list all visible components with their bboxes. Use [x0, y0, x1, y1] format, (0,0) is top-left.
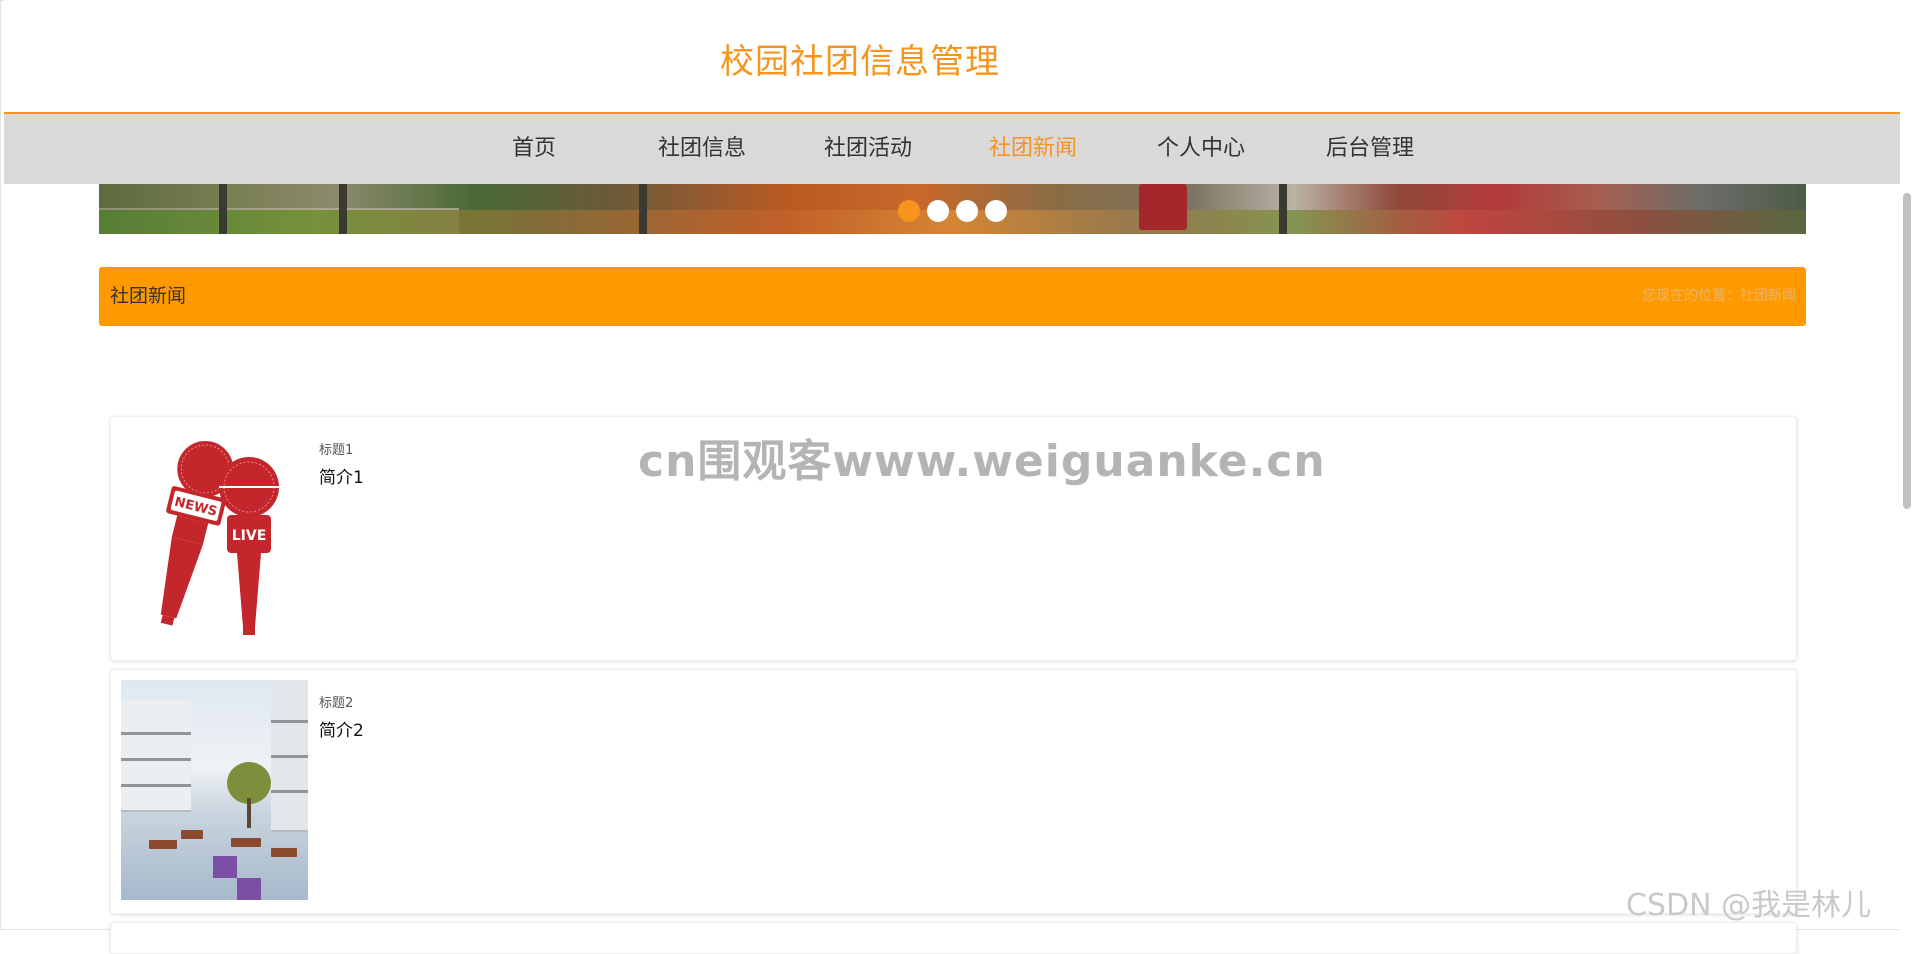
- campus-building-photo: [121, 680, 308, 900]
- banner-trash-bin: [1139, 184, 1187, 230]
- nav-item-home[interactable]: 首页: [512, 114, 556, 184]
- site-watermark: cn围观客www.weiguanke.cn: [638, 436, 1326, 487]
- news-card-partial[interactable]: [110, 922, 1797, 954]
- breadcrumb: 您现在的位置：社团新闻: [1642, 288, 1796, 304]
- carousel-indicators: [898, 200, 1007, 222]
- csdn-watermark: CSDN @我是林儿: [1626, 888, 1872, 923]
- nav-item-club-activities[interactable]: 社团活动: [824, 114, 912, 184]
- site-title: 校园社团信息管理: [720, 42, 1000, 82]
- svg-text:LIVE: LIVE: [232, 528, 267, 544]
- news-intro: 简介1: [319, 468, 364, 488]
- carousel-dot-4[interactable]: [985, 200, 1007, 222]
- section-title: 社团新闻: [110, 285, 187, 307]
- banner-tree-trunk: [339, 184, 347, 234]
- news-card[interactable]: 标题2 简介2: [110, 669, 1797, 914]
- news-title[interactable]: 标题1: [319, 439, 353, 458]
- banner-tree-trunk: [219, 184, 227, 234]
- nav-item-personal-center[interactable]: 个人中心: [1157, 114, 1245, 184]
- carousel-dot-3[interactable]: [956, 200, 978, 222]
- main-nav: 首页 社团信息 社团活动 社团新闻 个人中心 后台管理: [4, 114, 1900, 184]
- carousel-dot-2[interactable]: [927, 200, 949, 222]
- nav-item-club-info[interactable]: 社团信息: [658, 114, 746, 184]
- site-header: 校园社团信息管理: [4, 0, 1900, 112]
- nav-item-club-news[interactable]: 社团新闻: [989, 114, 1077, 184]
- section-header-bar: 社团新闻 您现在的位置：社团新闻: [99, 267, 1806, 326]
- news-title[interactable]: 标题2: [319, 692, 353, 711]
- nav-item-admin[interactable]: 后台管理: [1326, 114, 1414, 184]
- banner-tree-trunk: [1279, 184, 1287, 234]
- banner-tree-trunk: [639, 184, 647, 234]
- carousel-dot-1[interactable]: [898, 200, 920, 222]
- news-intro: 简介2: [319, 721, 364, 741]
- page-scrollbar-thumb[interactable]: [1903, 193, 1911, 509]
- news-microphone-icon: NEWS LIVE: [121, 427, 308, 647]
